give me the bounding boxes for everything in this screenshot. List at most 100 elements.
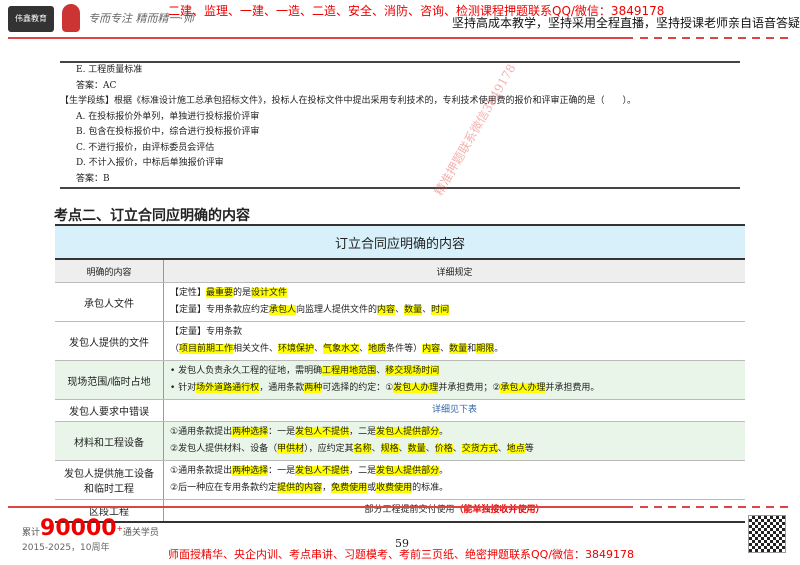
count-number: 90000	[40, 516, 117, 541]
footer-promo: 师面授精华、央企内训、考点串讲、习题模考、考前三页纸、绝密押题联系QQ/微信：3…	[168, 548, 635, 561]
text-segment: 等	[524, 444, 534, 454]
text-segment: ，二是	[349, 427, 377, 437]
highlighted-text: 名称	[353, 444, 372, 454]
highlighted-text: 数量	[449, 344, 468, 354]
highlighted-text: 场外道路通行权	[196, 383, 260, 393]
highlighted-text: 免费使用	[331, 483, 368, 493]
text-segment: ，二是	[349, 466, 377, 476]
text-segment: 并承担费用。	[545, 383, 600, 393]
text-segment: 、	[425, 444, 435, 454]
highlighted-text: 甲供材	[277, 444, 305, 454]
text-segment: 、	[359, 344, 369, 354]
text-segment: ①通用条款提出	[170, 427, 233, 437]
count-suffix: 通关学员	[122, 528, 159, 538]
detail-line: ①通用条款提出两种选择：一是发包人不提供，二是发包人提供部分。	[170, 424, 739, 441]
detail-line: • 发包人负责永久工程的征地，需明确工程用地范围、移交现场时间	[170, 363, 739, 380]
highlighted-text: 收费使用	[376, 483, 413, 493]
highlighted-text: 两种选择	[232, 427, 269, 437]
text-segment: 【定量】专用条款应约定	[170, 305, 270, 315]
header-slogan: 坚持高成本教学，坚持采用全程直播，坚持授课老师亲自语音答疑	[452, 16, 800, 30]
footer-divider	[8, 506, 633, 508]
text-segment: 【定量】专用条款	[170, 327, 243, 337]
text-segment: 可选择的约定：①	[322, 383, 394, 393]
row-label: 发包人要求中错误	[55, 399, 164, 422]
row-detail: • 发包人负责永久工程的征地，需明确工程用地范围、移交现场时间 • 针对场外道路通…	[163, 360, 745, 400]
highlighted-text: 数量	[407, 444, 426, 454]
highlighted-text: 发包人办理	[393, 383, 439, 393]
brand-logo: 伟鑫教育	[8, 6, 54, 32]
question-stem: 【生学段练】根据《标准设计施工总承包招标文件》，投标人在投标文件中提出采用专利技…	[60, 96, 637, 106]
option-b: B. 包含在投标报价中，综合进行投标报价评审	[76, 127, 260, 137]
highlighted-text: 承包人办理	[500, 383, 546, 393]
text-segment: 【定性】	[170, 288, 207, 298]
text-segment: 向监理人提供文件的	[296, 305, 378, 315]
column-header: 详细规定	[163, 259, 745, 283]
footer-divider-dashed	[640, 506, 790, 508]
detail-line: （项目前期工作相关文件、环境保护、气象水文、地质条件等）内容、数量和期限。	[170, 341, 739, 358]
text-segment: 、	[497, 444, 507, 454]
anniversary: 2015-2025，10周年	[22, 543, 110, 553]
text-segment: 相关文件、	[233, 344, 279, 354]
highlighted-text: 两种	[304, 383, 323, 393]
row-label: 材料和工程设备	[55, 421, 164, 461]
highlighted-text: 工程用地范围	[322, 366, 377, 376]
highlighted-text: 内容	[377, 305, 396, 315]
text-segment: ②后一种应在专用条款约定	[170, 483, 278, 493]
table-row: 材料和工程设备 ①通用条款提出两种选择：一是发包人不提供，二是发包人提供部分。 ②发…	[55, 421, 745, 461]
row-detail: ①通用条款提出两种选择：一是发包人不提供，二是发包人提供部分。 ②后一种应在专用条…	[163, 460, 745, 500]
text-segment: 、	[371, 444, 381, 454]
text-segment: 、	[314, 344, 324, 354]
text-segment: ：一是	[268, 466, 296, 476]
highlighted-text: 环境保护	[278, 344, 315, 354]
option-d: D. 不计入报价，中标后单独报价评审	[76, 158, 224, 168]
row-detail: 【定量】专用条款 （项目前期工作相关文件、环境保护、气象水文、地质条件等）内容、数…	[163, 321, 745, 361]
text-segment: 、	[398, 444, 408, 454]
column-header: 明确的内容	[55, 259, 164, 283]
table-row: 发包人提供的文件 【定量】专用条款 （项目前期工作相关文件、环境保护、气象水文、地质…	[55, 321, 745, 361]
table-row: 发包人要求中错误 详细见下表	[55, 399, 745, 422]
text-segment: 条件等）	[386, 344, 423, 354]
contract-content-table: 订立合同应明确的内容 明确的内容 详细规定 承包人文件 【定性】最重要的是设计文件【…	[55, 224, 745, 523]
text-segment: 、	[422, 305, 432, 315]
text-segment: ，	[322, 483, 332, 493]
row-detail: 部分工程提前交付使用（能单独接收并使用）	[163, 499, 745, 523]
text-segment: ②发包人提供材料、设备（	[170, 444, 278, 454]
text-segment: （	[170, 344, 180, 354]
table-title: 订立合同应明确的内容	[55, 224, 745, 260]
text-segment: 。	[439, 427, 449, 437]
detail-line: • 针对场外道路通行权，通用条款两种可选择的约定：①发包人办理并承担费用；②承包…	[170, 380, 739, 397]
text-segment: 或	[367, 483, 377, 493]
table-row: 发包人提供施工设备和临时工程 ①通用条款提出两种选择：一是发包人不提供，二是发包人…	[55, 460, 745, 500]
highlighted-text: 两种选择	[232, 466, 269, 476]
highlighted-text: 规格	[380, 444, 399, 454]
highlighted-text: 发包人不提供	[295, 427, 350, 437]
highlighted-text: 项目前期工作	[179, 344, 234, 354]
mascot-image	[62, 4, 80, 32]
text-segment: 详细见下表	[431, 405, 477, 415]
text-segment: 、	[395, 305, 405, 315]
header-divider	[8, 37, 633, 39]
table-row: 现场范围/临时占地 • 发包人负责永久工程的征地，需明确工程用地范围、移交现场时间…	[55, 360, 745, 400]
row-detail: 【定性】最重要的是设计文件 【定量】专用条款应约定承包人向监理人提供文件的内容、数…	[163, 282, 745, 322]
highlighted-text: 提供的内容	[277, 483, 323, 493]
detail-line: 部分工程提前交付使用（能单独接收并使用）	[170, 502, 739, 519]
text-segment: 和	[467, 344, 477, 354]
text-segment: ①通用条款提出	[170, 466, 233, 476]
text-segment: 。	[494, 344, 504, 354]
option-e: E. 工程质量标准	[76, 65, 143, 75]
row-detail: ①通用条款提出两种选择：一是发包人不提供，二是发包人提供部分。 ②发包人提供材料、…	[163, 421, 745, 461]
qr-code	[748, 515, 786, 553]
table-row: 承包人文件 【定性】最重要的是设计文件 【定量】专用条款应约定承包人向监理人提供文件…	[55, 282, 745, 322]
highlighted-text: 期限	[476, 344, 495, 354]
highlighted-text: 承包人	[269, 305, 297, 315]
row-detail: 详细见下表	[163, 399, 745, 422]
detail-line: 【定性】最重要的是设计文件	[170, 285, 739, 302]
highlighted-text: 设计文件	[251, 288, 288, 298]
detail-line: 【定量】专用条款	[170, 324, 739, 341]
student-count: 累计90000+通关学员	[22, 516, 159, 541]
highlighted-text: 地点	[506, 444, 525, 454]
highlighted-text: 发包人提供部分	[376, 427, 440, 437]
highlighted-text: 时间	[431, 305, 450, 315]
question-block: E. 工程质量标准 答案：AC 【生学段练】根据《标准设计施工总承包招标文件》，…	[60, 61, 740, 189]
row-label: 发包人提供施工设备和临时工程	[55, 460, 164, 500]
